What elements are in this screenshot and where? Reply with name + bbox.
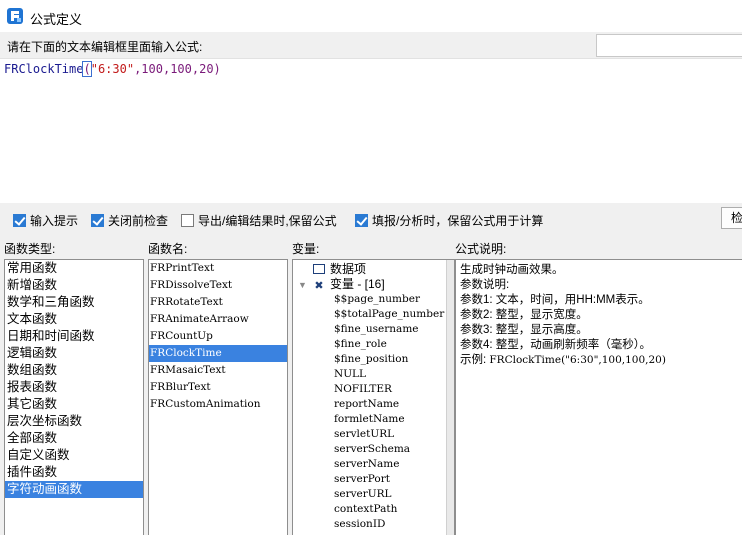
- description-line: 参数1: 文本，时间，用HH:MM表示。: [460, 294, 650, 306]
- tree-item-label: 数据项: [330, 262, 367, 276]
- formula-prompt-label: 请在下面的文本编辑框里面输入公式:: [7, 40, 203, 54]
- function-types-header: 函数类型:: [4, 242, 56, 256]
- function-name-list[interactable]: FRPrintText FRDissolveText FRRotateText FRA…: [148, 259, 288, 535]
- formula-function-name: FRClockTime: [4, 62, 84, 76]
- check-button[interactable]: 检: [721, 207, 742, 229]
- variable-scrollbar[interactable]: [446, 260, 454, 535]
- formula-editor[interactable]: FRClockTime("6:30",100,100,20): [0, 58, 742, 203]
- description-line: 参数3: 整型，显示高度。: [460, 324, 588, 336]
- variable-item[interactable]: serverName: [334, 457, 399, 472]
- function-type-list[interactable]: 常用函数 新增函数 数学和三角函数 文本函数 日期和时间函数 逻辑函数 数组函数 报表函数 其它…: [4, 259, 144, 535]
- formula-number-args: ,100,100,20): [134, 62, 221, 76]
- formula-open-paren: (: [82, 61, 92, 77]
- option-label: 关闭前检查: [108, 213, 169, 228]
- table-icon: [313, 264, 325, 274]
- variable-item[interactable]: contextPath: [334, 502, 397, 517]
- function-name-item[interactable]: FRRotateText: [149, 294, 287, 311]
- function-type-item[interactable]: 数学和三角函数: [5, 294, 143, 311]
- formula-string-arg: "6:30": [90, 62, 135, 76]
- function-type-item[interactable]: 新增函数: [5, 277, 143, 294]
- variable-item[interactable]: $fine_position: [334, 352, 408, 367]
- formula-description-header: 公式说明:: [455, 242, 507, 256]
- variable-item[interactable]: sessionID: [334, 517, 385, 532]
- option-label: 输入提示: [30, 213, 79, 228]
- option-input-hint[interactable]: 输入提示: [13, 212, 78, 228]
- variable-item[interactable]: $fine_role: [334, 337, 387, 352]
- checkbox-keep-formula-calc[interactable]: [355, 213, 368, 227]
- variable-item[interactable]: servletURL: [334, 427, 394, 442]
- function-name-item[interactable]: FRClockTime: [149, 345, 287, 362]
- variables-header: 变量:: [292, 242, 320, 256]
- function-type-item[interactable]: 插件函数: [5, 464, 143, 481]
- checkbox-check-before-close[interactable]: [91, 213, 104, 227]
- variable-item[interactable]: reportName: [334, 397, 399, 412]
- variable-icon: ✖: [313, 280, 325, 292]
- function-name-item[interactable]: FRCustomAnimation: [149, 396, 287, 413]
- search-input[interactable]: [596, 34, 742, 57]
- variable-item[interactable]: $fine_username: [334, 322, 419, 337]
- formula-text: FRClockTime("6:30",100,100,20): [4, 61, 221, 77]
- function-name-item[interactable]: FRPrintText: [149, 260, 287, 277]
- variable-tree[interactable]: 数据项 ▼ ✖ 变量 - [16] $$page_number $$totalPag…: [292, 259, 455, 535]
- expand-chevron-icon[interactable]: ▼: [298, 280, 307, 290]
- function-type-item[interactable]: 常用函数: [5, 260, 143, 277]
- variable-item[interactable]: serverURL: [334, 487, 392, 502]
- window-title: 公式定义: [30, 12, 83, 27]
- description-line: 参数4: 整型，动画刷新频率（毫秒）。: [460, 339, 652, 351]
- function-name-item[interactable]: FRMasaicText: [149, 362, 287, 379]
- fine-report-logo-icon: [7, 8, 23, 24]
- variable-item[interactable]: serverPort: [334, 472, 390, 487]
- function-name-item[interactable]: FRAnimateArraow: [149, 311, 287, 328]
- function-type-item[interactable]: 文本函数: [5, 311, 143, 328]
- option-check-before-close[interactable]: 关闭前检查: [91, 212, 168, 228]
- function-type-item[interactable]: 其它函数: [5, 396, 143, 413]
- tree-item-label: 变量 - [16]: [330, 277, 385, 291]
- function-names-header: 函数名:: [148, 242, 188, 256]
- function-name-item[interactable]: FRDissolveText: [149, 277, 287, 294]
- description-line: 参数2: 整型，显示宽度。: [460, 309, 588, 321]
- variable-item[interactable]: $$totalPage_number: [334, 307, 444, 322]
- function-type-item[interactable]: 自定义函数: [5, 447, 143, 464]
- example-label: 示例:: [460, 354, 490, 366]
- function-type-item[interactable]: 全部函数: [5, 430, 143, 447]
- tree-item-data-item[interactable]: 数据项: [313, 262, 366, 277]
- description-line: 参数说明:: [460, 279, 510, 291]
- window-titlebar: 公式定义: [0, 0, 742, 32]
- checkbox-keep-formula-export[interactable]: [181, 213, 194, 227]
- description-line: 示例: FRClockTime("6:30",100,100,20): [460, 353, 740, 368]
- function-type-item[interactable]: 报表函数: [5, 379, 143, 396]
- function-type-item[interactable]: 逻辑函数: [5, 345, 143, 362]
- example-code: FRClockTime("6:30",100,100,20): [489, 354, 666, 366]
- description-line: 生成时钟动画效果。: [460, 264, 564, 276]
- option-label: 填报/分析时，保留公式用于计算: [372, 213, 544, 228]
- options-bar: 输入提示 关闭前检查 导出/编辑结果时,保留公式 填报/分析时，保留公式用于计算: [0, 208, 742, 232]
- checkbox-input-hint[interactable]: [13, 213, 26, 227]
- variable-item[interactable]: NULL: [334, 367, 366, 382]
- function-name-item[interactable]: FRCountUp: [149, 328, 287, 345]
- function-name-item[interactable]: FRBlurText: [149, 379, 287, 396]
- variable-item[interactable]: NOFILTER: [334, 382, 392, 397]
- variable-item[interactable]: formletName: [334, 412, 405, 427]
- function-type-item[interactable]: 层次坐标函数: [5, 413, 143, 430]
- variable-item[interactable]: $$page_number: [334, 292, 420, 307]
- function-type-item[interactable]: 字符动画函数: [5, 481, 143, 498]
- variable-item[interactable]: serverSchema: [334, 442, 410, 457]
- tree-item-variables[interactable]: ✖ 变量 - [16]: [313, 277, 385, 292]
- option-keep-formula-export[interactable]: 导出/编辑结果时,保留公式: [181, 212, 337, 228]
- option-keep-formula-calc[interactable]: 填报/分析时，保留公式用于计算: [355, 212, 543, 228]
- formula-description-panel: 生成时钟动画效果。 参数说明: 参数1: 文本，时间，用HH:MM表示。 参数2: 整…: [455, 259, 742, 535]
- function-type-item[interactable]: 数组函数: [5, 362, 143, 379]
- option-label: 导出/编辑结果时,保留公式: [198, 213, 337, 228]
- function-type-item[interactable]: 日期和时间函数: [5, 328, 143, 345]
